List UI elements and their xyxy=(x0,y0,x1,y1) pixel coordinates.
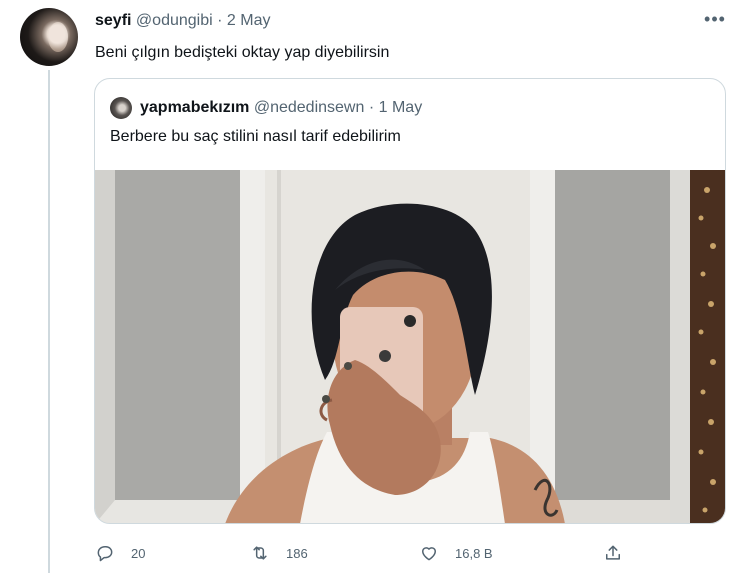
share-icon xyxy=(606,545,620,560)
header-separator: · xyxy=(217,12,223,29)
share-button[interactable] xyxy=(603,540,623,566)
more-dots-icon[interactable]: ••• xyxy=(702,8,728,34)
retweet-button[interactable]: 186 xyxy=(250,540,308,566)
quoted-header-separator: · xyxy=(368,99,375,116)
tweet-text: Beni çılgın bedişteki oktay yap diyebili… xyxy=(95,44,390,61)
tweet-actions: 20 186 16,8 B xyxy=(0,540,741,566)
quoted-author-name: yapmabekızım xyxy=(140,99,250,116)
quoted-tweet-header: yapmabekızım @nededinsewn · 1 May xyxy=(140,98,422,118)
thread-line xyxy=(48,70,50,573)
tweet[interactable]: seyfi @odungibi · 2 May ••• Beni çılgın … xyxy=(0,0,741,573)
reply-count: 20 xyxy=(131,545,146,561)
quoted-tweet-date: 1 May xyxy=(378,99,423,116)
quoted-author-avatar xyxy=(110,97,132,119)
quoted-tweet[interactable]: yapmabekızım @nededinsewn · 1 May Berber… xyxy=(94,78,726,524)
author-name[interactable]: seyfi xyxy=(95,12,131,29)
like-button[interactable]: 16,8 B xyxy=(419,540,493,566)
quoted-tweet-text: Berbere bu saç stilini nasıl tarif edebi… xyxy=(110,128,401,145)
author-handle[interactable]: @odungibi xyxy=(136,12,213,29)
like-count: 16,8 B xyxy=(455,545,493,561)
quoted-author-handle: @nededinsewn xyxy=(253,99,365,116)
mirror-selfie-image xyxy=(95,170,725,523)
reply-button[interactable]: 20 xyxy=(95,540,145,566)
retweet-count: 186 xyxy=(286,545,308,561)
reply-icon xyxy=(97,546,113,562)
quoted-tweet-photo[interactable] xyxy=(95,170,725,523)
like-icon xyxy=(422,547,436,561)
tweet-date[interactable]: 2 May xyxy=(227,12,271,29)
retweet-icon xyxy=(253,546,267,560)
tweet-header: seyfi @odungibi · 2 May xyxy=(95,11,270,31)
author-avatar[interactable] xyxy=(20,8,78,66)
